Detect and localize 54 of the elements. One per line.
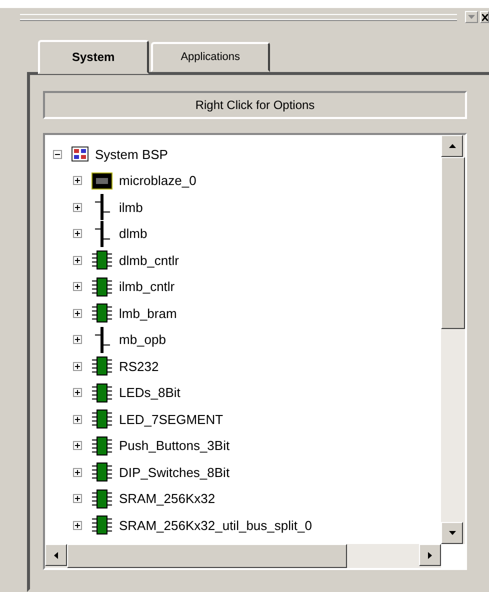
expand-box[interactable] [73,494,82,504]
close-button[interactable] [480,11,489,23]
tree-item[interactable]: Push_Buttons_3Bit [119,438,230,454]
component-icon [91,303,113,324]
component-icon [91,250,113,270]
component-icon [91,356,113,376]
tab[interactable]: System [38,40,149,74]
tree-item[interactable]: LEDs_8Bit [119,385,180,400]
tree-item[interactable]: mb_opb [119,332,166,348]
component-icon [91,382,113,403]
expand-box[interactable] [73,282,82,292]
expand-box[interactable] [73,202,82,212]
expand-box[interactable] [73,229,82,238]
tree-item[interactable]: dlmb_cntlr [119,252,179,268]
up-arrow-icon [448,144,456,148]
collapse-box[interactable] [53,150,62,159]
grid-icon [71,146,89,162]
caret-icon [468,15,475,19]
expand-box[interactable] [73,468,82,477]
expand-box[interactable] [73,308,82,318]
tree-item[interactable]: ilmb [119,200,143,215]
expand-box[interactable] [73,335,82,344]
tree-item[interactable]: dlmb [119,226,148,242]
tree-item[interactable]: RS232 [119,358,159,374]
tree-item[interactable]: ilmb_cntlr [119,279,175,294]
options-bar[interactable]: Right Click for Options [43,91,467,119]
expand-box[interactable] [73,520,82,530]
expand-box[interactable] [73,176,82,186]
drag-grip[interactable] [20,14,457,20]
component-icon [91,488,113,509]
tree-item[interactable]: DIP_Switches_8Bit [119,464,230,480]
down-arrow-icon [448,531,456,535]
expand-box[interactable] [73,441,82,450]
component-icon [91,409,113,430]
tree-item[interactable]: System BSP [95,146,168,162]
expand-box[interactable] [73,362,82,371]
expand-box[interactable] [73,414,82,424]
horizontal-scrollbar[interactable] [45,544,441,568]
tab[interactable]: Applications [150,42,270,72]
component-icon [91,276,113,297]
tree-item[interactable]: lmb_bram [119,306,177,321]
tree-item[interactable]: SRAM_256Kx32_util_bus_split_0 [119,518,312,533]
left-arrow-icon [54,552,58,558]
tree-item[interactable]: LED_7SEGMENT [119,412,224,427]
chip-icon [91,172,113,190]
right-arrow-icon [428,552,432,558]
component-icon [91,462,113,482]
tree-item[interactable]: microblaze_0 [119,173,196,188]
component-icon [91,515,113,536]
tree-item[interactable]: SRAM_256Kx32 [119,491,216,506]
expand-box[interactable] [73,388,82,398]
vertical-scrollbar[interactable] [441,135,465,544]
expand-box[interactable] [73,256,82,265]
component-icon [91,436,113,456]
